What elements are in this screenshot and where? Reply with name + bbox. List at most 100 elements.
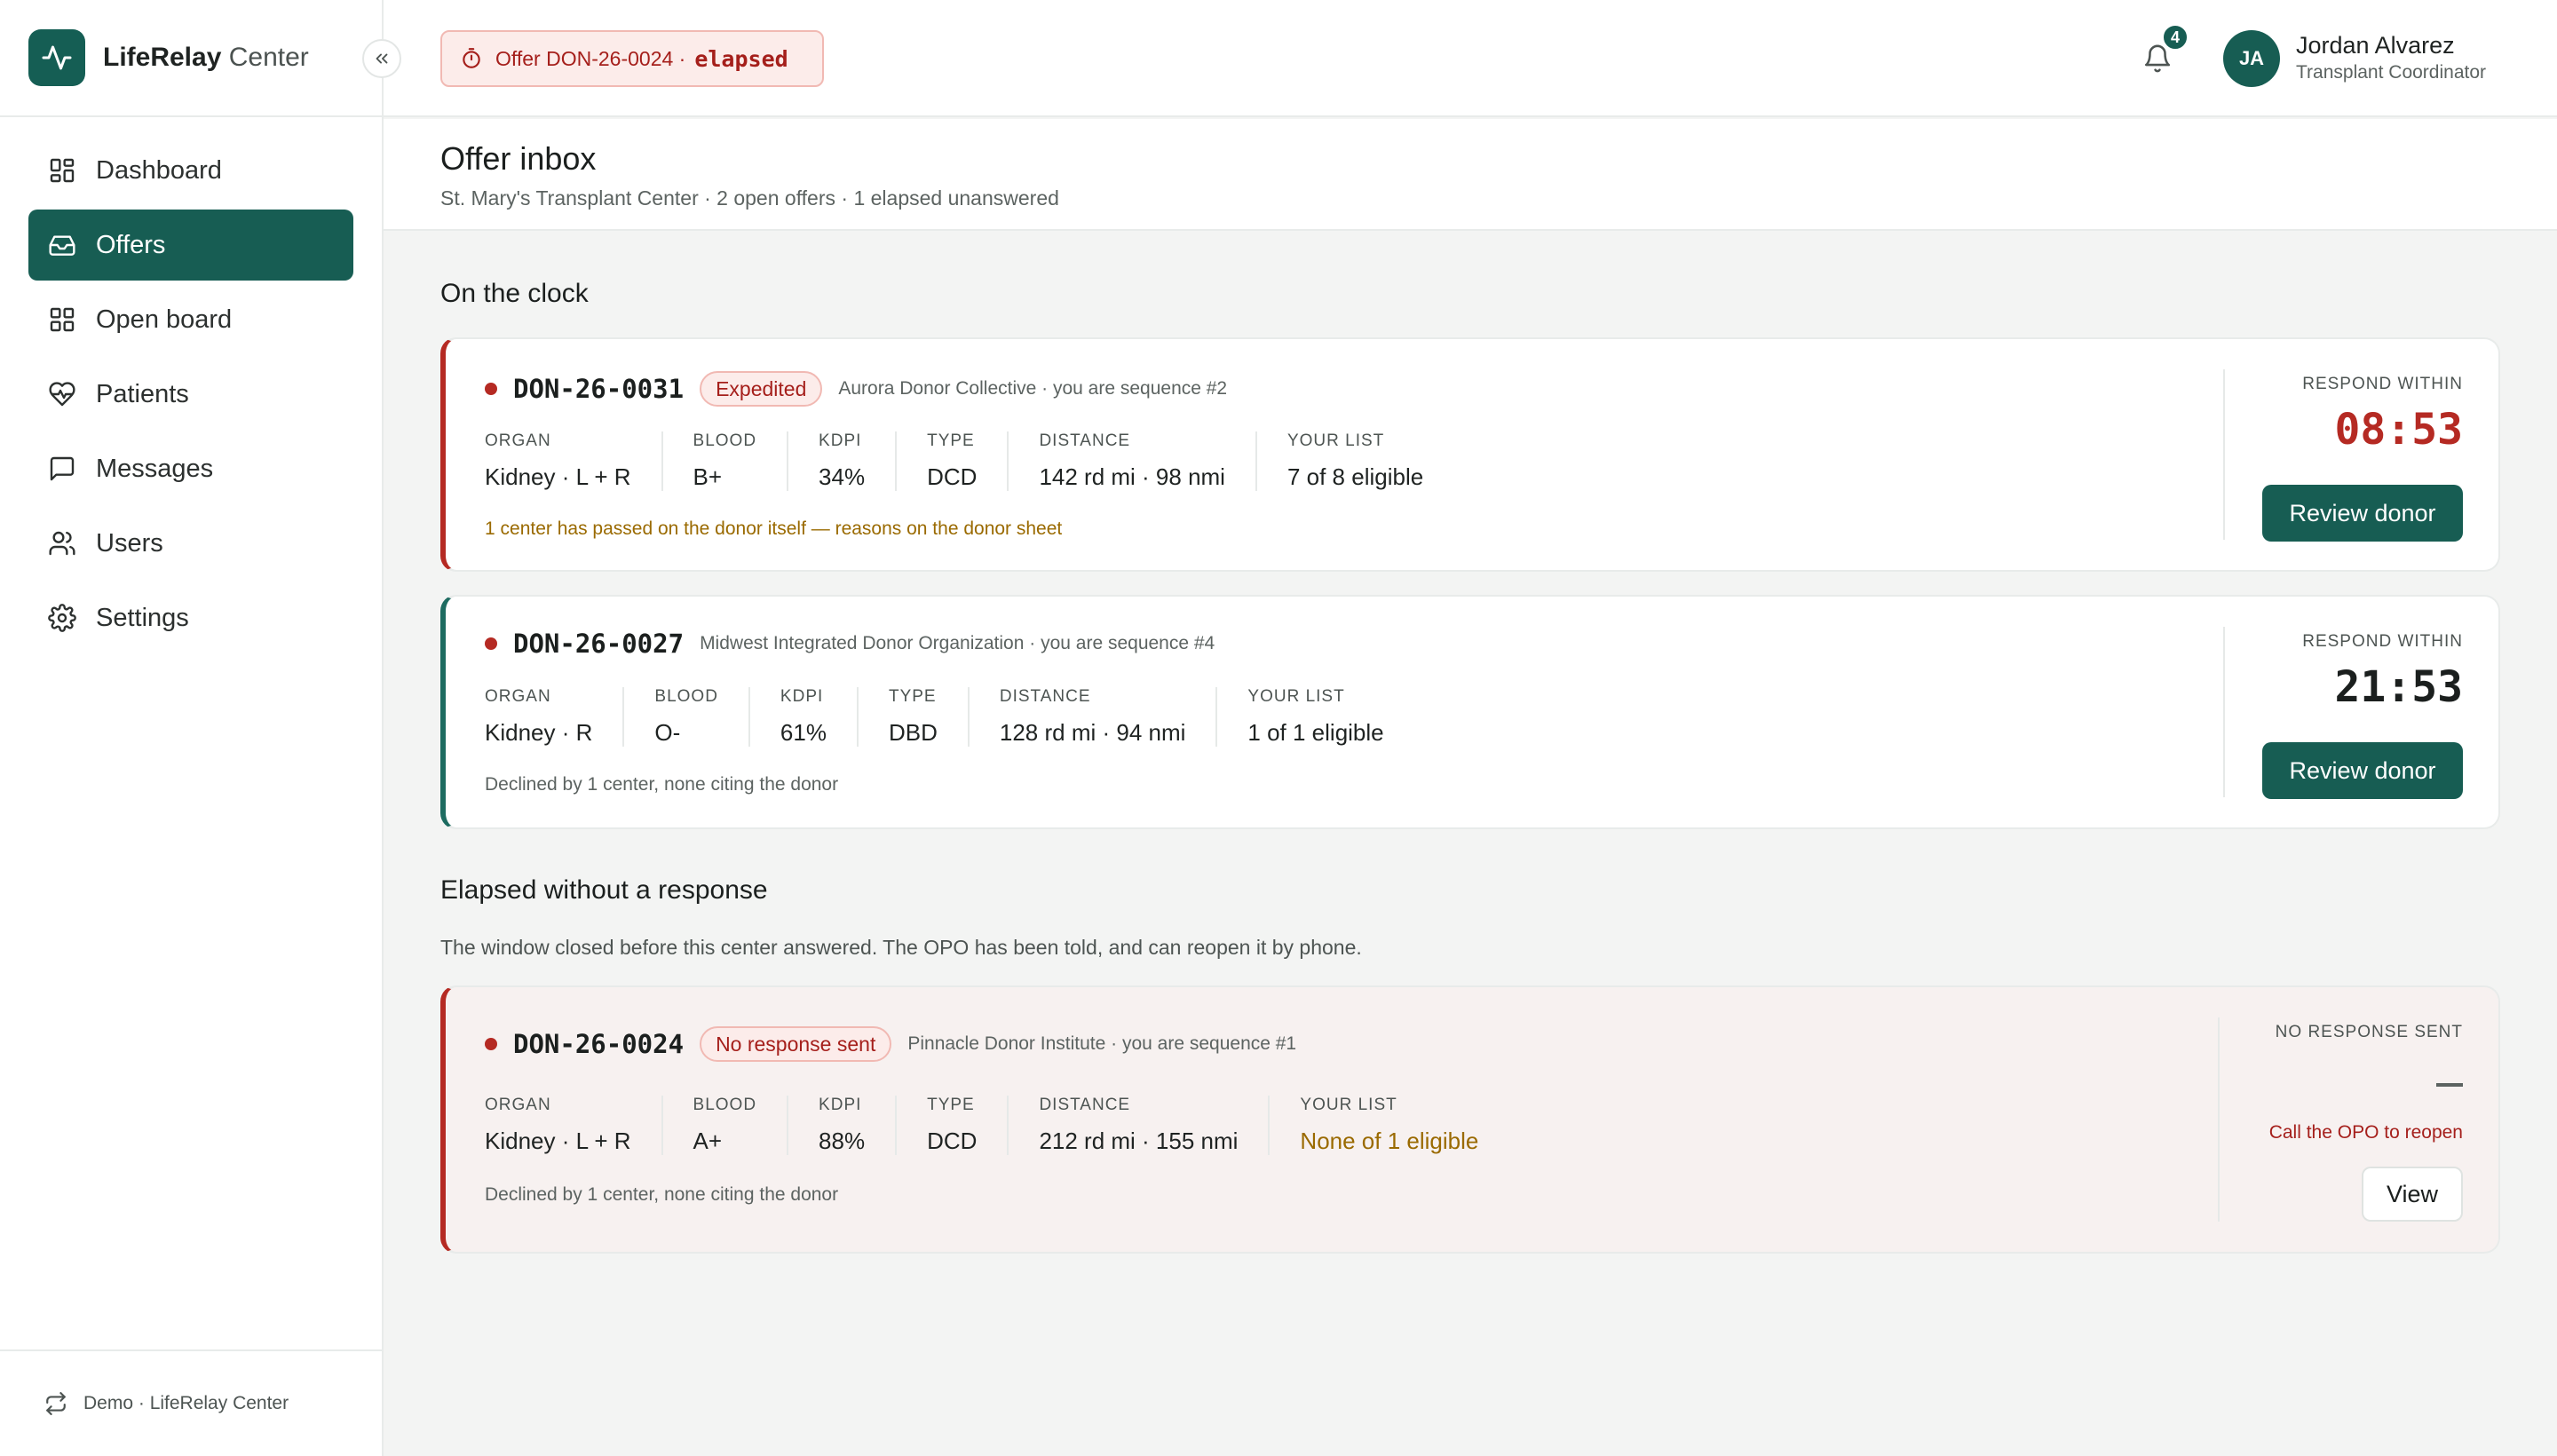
distance-value: 128 rd mi · 94 nmi xyxy=(999,719,1186,746)
offer-note: Declined by 1 center, none citing the do… xyxy=(485,774,839,795)
organ-value: Kidney · R xyxy=(485,719,593,746)
field-label: YOUR LIST xyxy=(1247,687,1345,706)
respond-within-label: RESPOND WITHIN xyxy=(2302,632,2463,651)
inbox-icon xyxy=(46,229,78,261)
page-title: Offer inbox xyxy=(440,140,597,177)
offer-card-elapsed[interactable]: DON-26-0024 No response sent Pinnacle Do… xyxy=(440,985,2500,1254)
sidebar-item-label: Settings xyxy=(96,603,189,632)
status-dot xyxy=(485,1038,497,1050)
sidebar-item-label: Open board xyxy=(96,305,233,334)
footer-center-name: LifeRelay Center xyxy=(149,1393,289,1413)
field-label: YOUR LIST xyxy=(1286,431,1385,450)
donor-id[interactable]: DON-26-0031 xyxy=(513,374,684,404)
chevrons-left-icon xyxy=(376,53,388,64)
offer-meta: Aurora Donor Collective · you are sequen… xyxy=(838,378,1228,399)
sidebar-item-label: Messages xyxy=(96,454,214,483)
offer-note: 1 center has passed on the donor itself … xyxy=(485,518,1063,539)
call-opo-text: Call the OPO to reopen xyxy=(2268,1122,2463,1143)
respond-within-label: RESPOND WITHIN xyxy=(2302,375,2463,393)
field-label: KDPI xyxy=(819,1096,862,1114)
organ-value: Kidney · L + R xyxy=(485,463,631,490)
field-label: DISTANCE xyxy=(1039,431,1131,450)
sidebar-item-settings[interactable]: Settings xyxy=(28,582,353,653)
section-title-elapsed: Elapsed without a response xyxy=(440,875,768,905)
review-donor-button[interactable]: Review donor xyxy=(2262,742,2463,799)
sidebar-item-label: Dashboard xyxy=(96,155,222,185)
status-dot xyxy=(485,383,497,395)
avatar[interactable]: JA xyxy=(2223,30,2280,87)
grid-icon xyxy=(46,154,78,186)
sidebar-item-label: Users xyxy=(96,528,163,558)
sidebar-item-messages[interactable]: Messages xyxy=(28,433,353,504)
offer-card[interactable]: DON-26-0031 Expedited Aurora Donor Colle… xyxy=(440,337,2500,572)
page-header: Offer inbox St. Mary's Transplant Center… xyxy=(384,119,2557,231)
type-value: DCD xyxy=(927,463,978,490)
brand: LifeRelay Center xyxy=(0,0,401,117)
kdpi-value: 88% xyxy=(819,1128,866,1154)
sidebar-item-patients[interactable]: Patients xyxy=(28,359,353,430)
sidebar-item-users[interactable]: Users xyxy=(28,508,353,579)
review-donor-button[interactable]: Review donor xyxy=(2262,485,2463,542)
organ-value: Kidney · L + R xyxy=(485,1128,631,1154)
sidebar-item-label: Offers xyxy=(96,230,166,259)
offer-side-panel: RESPOND WITHIN 21:53 Review donor xyxy=(2223,627,2498,799)
alert-text: Offer DON-26-0024 · xyxy=(495,46,686,70)
field-label: BLOOD xyxy=(693,1096,757,1114)
field-label: DISTANCE xyxy=(999,687,1091,706)
field-label: DISTANCE xyxy=(1039,1096,1131,1114)
notification-count-badge: 4 xyxy=(2161,23,2189,51)
countdown-timer: 08:53 xyxy=(2334,405,2464,455)
field-label: TYPE xyxy=(927,431,975,450)
elapsed-offer-alert[interactable]: Offer DON-26-0024 · elapsed xyxy=(440,30,824,87)
field-label: BLOOD xyxy=(654,687,718,706)
distance-value: 212 rd mi · 155 nmi xyxy=(1039,1128,1239,1154)
field-label: ORGAN xyxy=(485,1096,551,1114)
no-timer-dash xyxy=(2436,1083,2463,1087)
donor-id[interactable]: DON-26-0027 xyxy=(513,629,684,659)
kdpi-value: 34% xyxy=(819,463,866,490)
user-role: Transplant Coordinator xyxy=(2296,62,2486,83)
sidebar-item-offers[interactable]: Offers xyxy=(28,210,353,281)
your-list-value: 7 of 8 eligible xyxy=(1286,463,1424,490)
field-label: BLOOD xyxy=(693,431,757,450)
sidebar: LifeRelay Center Dashboard Offers Open b… xyxy=(0,0,401,1456)
sidebar-item-dashboard[interactable]: Dashboard xyxy=(28,135,353,206)
offer-card[interactable]: DON-26-0027 Midwest Integrated Donor Org… xyxy=(440,595,2500,829)
offer-note: Declined by 1 center, none citing the do… xyxy=(485,1184,839,1205)
sidebar-item-open-board[interactable]: Open board xyxy=(28,284,353,355)
topbar: Offer DON-26-0024 · elapsed 4 JA Jordan … xyxy=(384,0,2557,117)
footer-prefix: Demo · xyxy=(83,1393,150,1413)
collapse-sidebar-button[interactable] xyxy=(362,39,401,78)
blood-value: B+ xyxy=(693,463,723,490)
offer-meta: Midwest Integrated Donor Organization · … xyxy=(700,633,1215,653)
countdown-timer: 21:53 xyxy=(2334,662,2464,712)
user-name: Jordan Alvarez xyxy=(2296,32,2455,59)
pulse-logo-icon xyxy=(28,29,85,86)
kdpi-value: 61% xyxy=(780,719,827,746)
blood-value: O- xyxy=(654,719,681,746)
page-subtitle: St. Mary's Transplant Center · 2 open of… xyxy=(440,186,1059,210)
field-label: TYPE xyxy=(888,687,937,706)
board-icon xyxy=(46,304,78,336)
offer-fields: ORGAN Kidney · L + R BLOOD B+ KDPI 34% TYPE… xyxy=(485,431,1484,491)
field-label: YOUR LIST xyxy=(1300,1096,1397,1114)
offer-side-panel: NO RESPONSE SENT Call the OPO to reopen … xyxy=(2218,1017,2498,1222)
type-value: DBD xyxy=(888,719,938,746)
status-dot xyxy=(485,637,497,650)
donor-id[interactable]: DON-26-0024 xyxy=(513,1029,684,1059)
view-button[interactable]: View xyxy=(2362,1167,2463,1222)
status-badge: Expedited xyxy=(700,371,823,407)
field-label: ORGAN xyxy=(485,431,551,450)
users-icon xyxy=(46,527,78,559)
distance-value: 142 rd mi · 98 nmi xyxy=(1039,463,1225,490)
field-label: ORGAN xyxy=(485,687,551,706)
field-label: KDPI xyxy=(780,687,824,706)
offer-fields: ORGAN Kidney · R BLOOD O- KDPI 61% TYPE DBD … xyxy=(485,687,1445,747)
status-badge: No response sent xyxy=(700,1026,892,1062)
sidebar-footer[interactable]: Demo · LifeRelay Center xyxy=(0,1349,382,1456)
no-response-label: NO RESPONSE SENT xyxy=(2275,1023,2463,1041)
blood-value: A+ xyxy=(693,1128,723,1154)
offer-meta: Pinnacle Donor Institute · you are seque… xyxy=(907,1033,1297,1054)
gear-icon xyxy=(46,602,78,634)
sidebar-item-label: Patients xyxy=(96,379,189,408)
